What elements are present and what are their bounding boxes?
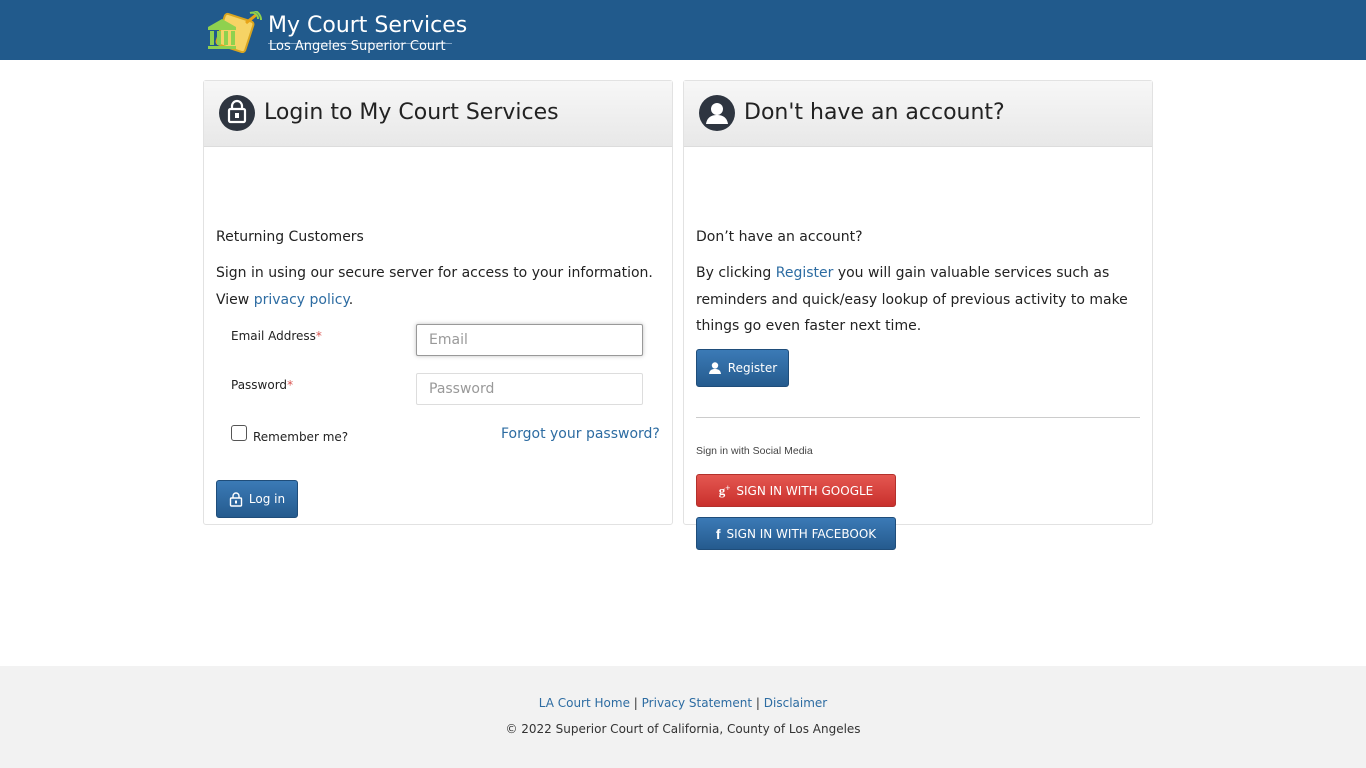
register-description: By clicking Register you will gain valua…	[696, 265, 1128, 334]
privacy-policy-link[interactable]: privacy policy	[254, 292, 349, 308]
site-subtitle: Los Angeles Superior Court	[269, 39, 446, 54]
register-panel-header: Don't have an account?	[684, 81, 1152, 147]
login-panel: Login to My Court Services Returning Cus…	[203, 80, 673, 525]
login-intro: Sign in using our secure server for acce…	[216, 265, 653, 308]
la-court-home-link[interactable]: LA Court Home	[539, 696, 630, 710]
site-title: My Court Services	[268, 13, 468, 38]
copyright-text: © 2022 Superior Court of California, Cou…	[505, 722, 861, 736]
login-panel-header: Login to My Court Services	[204, 81, 672, 147]
required-mark: *	[315, 329, 322, 343]
site-header: My Court Services Los Angeles Superior C…	[0, 0, 1366, 60]
google-signin-button[interactable]: g + SIGN IN WITH GOOGLE	[696, 474, 896, 507]
remember-me-checkbox[interactable]	[231, 425, 247, 441]
google-plus-icon: g +	[718, 482, 731, 498]
register-panel: Don't have an account? Don’t have an acc…	[683, 80, 1153, 550]
password-input[interactable]	[416, 373, 643, 405]
footer-links: LA Court Home | Privacy Statement | Disc…	[538, 696, 828, 710]
login-button[interactable]: Log in	[216, 480, 298, 518]
site-logo[interactable]: My Court Services Los Angeles Superior C…	[206, 8, 468, 56]
facebook-icon: f	[715, 525, 721, 542]
email-label: Email Address*	[231, 329, 322, 343]
site-footer: LA Court Home | Privacy Statement | Disc…	[0, 666, 1366, 768]
forgot-password-link[interactable]: Forgot your password?	[501, 426, 660, 442]
email-input[interactable]	[416, 324, 643, 356]
privacy-statement-link[interactable]: Privacy Statement	[642, 696, 752, 710]
remember-me-label: Remember me?	[253, 430, 349, 444]
user-icon	[708, 361, 722, 375]
password-label: Password*	[231, 378, 294, 392]
social-media-label: Sign in with Social Media	[696, 445, 813, 457]
lock-icon	[219, 95, 255, 131]
register-heading: Don't have an account?	[744, 100, 1005, 125]
no-account-text: Don’t have an account?	[696, 229, 863, 245]
disclaimer-link[interactable]: Disclaimer	[764, 696, 827, 710]
user-icon	[699, 95, 735, 131]
lock-icon	[229, 491, 243, 507]
register-button[interactable]: Register	[696, 349, 789, 387]
court-logo-icon	[208, 11, 262, 53]
returning-customers-text: Returning Customers	[216, 229, 364, 245]
login-heading: Login to My Court Services	[264, 100, 559, 125]
facebook-signin-button[interactable]: f SIGN IN WITH FACEBOOK	[696, 517, 896, 550]
register-link[interactable]: Register	[776, 265, 834, 281]
section-divider	[696, 417, 1140, 418]
required-mark: *	[287, 378, 294, 392]
